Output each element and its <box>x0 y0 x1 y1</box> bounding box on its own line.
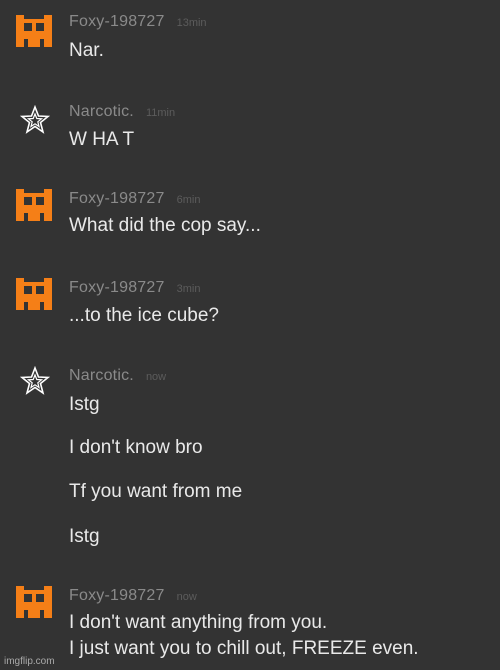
foxy-avatar-icon[interactable] <box>16 585 52 621</box>
message-author[interactable]: Foxy-198727 <box>69 13 165 30</box>
message-text: Istg <box>69 526 100 547</box>
foxy-avatar-icon[interactable] <box>16 277 52 313</box>
message-text: Tf you want from me <box>69 481 243 502</box>
message-text: ...to the ice cube? <box>69 305 219 326</box>
message-text: I just want you to chill out, FREEZE eve… <box>69 638 419 659</box>
message-timestamp: now <box>145 371 167 383</box>
message-timestamp: 13min <box>176 17 207 29</box>
message-text: Nar. <box>69 40 104 61</box>
foxy-avatar-icon[interactable] <box>16 188 52 224</box>
message-author[interactable]: Foxy-198727 <box>69 279 165 296</box>
message-author[interactable]: Foxy-198727 <box>69 587 165 604</box>
chat-screen: { "colors": { "background": "#333333", "… <box>0 0 500 670</box>
message-author[interactable]: Foxy-198727 <box>69 190 165 207</box>
message-text: I don't want anything from you. <box>69 612 328 633</box>
star-avatar-icon[interactable] <box>20 366 50 396</box>
message-author[interactable]: Narcotic. <box>69 103 134 120</box>
message-timestamp: now <box>176 591 197 603</box>
message-timestamp: 6min <box>176 194 201 206</box>
message-text: W HA T <box>69 129 135 150</box>
imgflip-watermark: imgflip.com <box>4 656 55 667</box>
message-timestamp: 3min <box>176 283 201 295</box>
message-timestamp: 11min <box>145 107 176 119</box>
message-text: I don't know bro <box>69 437 203 458</box>
star-avatar-icon[interactable] <box>20 105 50 135</box>
message-text: What did the cop say... <box>69 215 261 236</box>
message-text: Istg <box>69 394 100 415</box>
foxy-avatar-icon[interactable] <box>16 14 52 50</box>
message-author[interactable]: Narcotic. <box>69 367 134 384</box>
